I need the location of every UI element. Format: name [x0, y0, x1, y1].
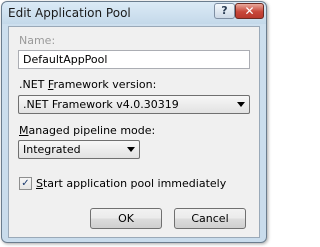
dialog-title: Edit Application Pool	[8, 6, 131, 20]
pipeline-label-accesskey: M	[19, 124, 29, 137]
framework-label-prefix: .NET	[19, 78, 48, 91]
framework-label-suffix: ramework version:	[53, 78, 157, 91]
name-field[interactable]: DefaultAppPool	[18, 50, 250, 69]
dialog-body: Name: DefaultAppPool .NET Framework vers…	[8, 26, 260, 238]
start-immediately-label[interactable]: Start application pool immediately	[36, 177, 226, 190]
start-label-suffix: tart application pool immediately	[42, 177, 227, 190]
pipeline-label-suffix: anaged pipeline mode:	[28, 124, 156, 137]
title-bar[interactable]: Edit Application Pool ? ✕	[2, 2, 266, 26]
chevron-down-icon	[127, 147, 135, 152]
framework-version-label: .NET Framework version:	[19, 78, 156, 91]
framework-version-value: .NET Framework v4.0.30319	[23, 98, 179, 111]
help-button[interactable]: ?	[214, 3, 235, 19]
edit-application-pool-dialog: Edit Application Pool ? ✕ Name: DefaultA…	[1, 1, 267, 243]
checkmark-icon: ✓	[21, 178, 30, 189]
chevron-down-icon	[237, 102, 245, 107]
close-button[interactable]: ✕	[235, 3, 264, 19]
pipeline-mode-value: Integrated	[23, 143, 81, 156]
pipeline-mode-label: Managed pipeline mode:	[19, 124, 155, 137]
name-label: Name:	[19, 34, 56, 47]
pipeline-mode-dropdown[interactable]: Integrated	[18, 140, 140, 159]
framework-version-dropdown[interactable]: .NET Framework v4.0.30319	[18, 95, 250, 114]
start-immediately-checkbox[interactable]: ✓	[19, 177, 32, 190]
start-label-accesskey: S	[36, 177, 43, 190]
cancel-button[interactable]: Cancel	[174, 208, 246, 229]
ok-button[interactable]: OK	[90, 208, 162, 229]
